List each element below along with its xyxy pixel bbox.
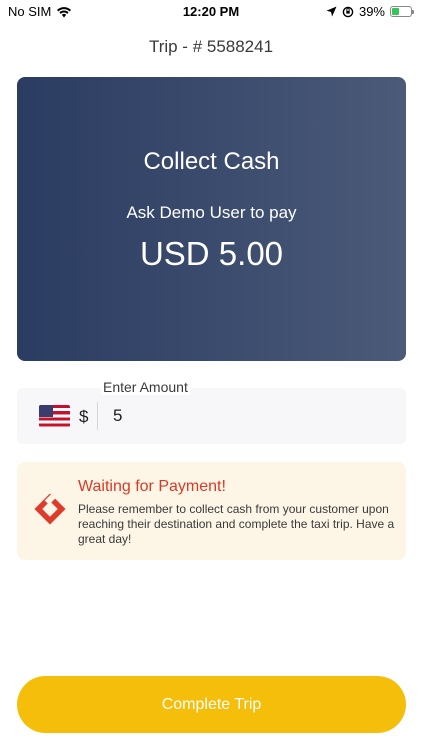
notice-title: Waiting for Payment!	[78, 478, 226, 495]
battery-percent: 39%	[358, 4, 385, 19]
amount-label: Enter Amount	[101, 379, 190, 395]
field-divider	[97, 402, 98, 430]
flag-canton	[39, 405, 53, 417]
location-arrow-icon	[326, 6, 337, 17]
card-subtitle: Ask Demo User to pay	[126, 203, 297, 222]
us-flag-icon	[39, 405, 70, 427]
complete-trip-button[interactable]: Complete Trip	[17, 676, 406, 733]
orientation-lock-icon	[342, 6, 354, 17]
battery-level	[392, 8, 400, 15]
status-bar: No SIM 12:20 PM 39%	[0, 0, 422, 24]
collect-cash-card: Collect Cash Ask Demo User to pay USD 5.…	[17, 77, 406, 361]
page-title: Trip - # 5588241	[148, 37, 274, 56]
card-title: Collect Cash	[143, 148, 280, 175]
card-amount: USD 5.00	[139, 235, 284, 272]
currency-symbol: $	[79, 407, 89, 426]
status-right: 39%	[326, 4, 414, 19]
payment-wait-icon	[34, 493, 66, 525]
amount-input[interactable]	[113, 402, 393, 430]
battery-icon	[390, 6, 414, 17]
payment-notice: Waiting for Payment! Please remember to …	[17, 462, 406, 560]
amount-field[interactable]: $	[17, 388, 406, 444]
notice-body: Please remember to collect cash from you…	[78, 502, 395, 546]
